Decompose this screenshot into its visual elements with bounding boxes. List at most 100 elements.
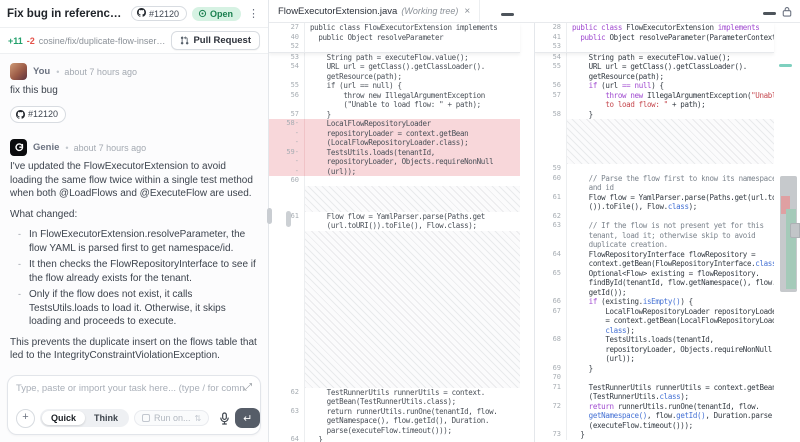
issue-reference-pill[interactable]: #12120 — [10, 105, 67, 123]
mode-quick-chip[interactable]: Quick — [42, 411, 86, 425]
chat-scrollbar-thumb[interactable] — [267, 208, 272, 224]
line-number — [269, 426, 304, 436]
code-token: LocalFlowRepositoryLoader — [310, 119, 431, 128]
line-number: 55 — [552, 62, 561, 70]
deletions-count: -2 — [26, 35, 35, 46]
code-row: 63 return runnerUtils.runOne(tenantId, f… — [269, 406, 520, 416]
line-number — [535, 421, 566, 431]
line-number: 58 — [552, 109, 561, 118]
code-row: 60 — [269, 176, 520, 186]
code-token: repositoryLoader, Objects.requireNonNull — [572, 344, 772, 354]
line-number — [535, 100, 566, 110]
code-text: public class FlowExecutorExtension imple… — [304, 23, 520, 33]
code-token: } — [310, 109, 332, 119]
code-token: implements — [717, 23, 760, 32]
line-number: 60 — [552, 173, 561, 182]
code-row: tenant, load it; otherwise skip to avoid — [535, 230, 774, 240]
code-token: FlowRepositoryInterface flowRepository = — [572, 249, 756, 259]
expand-icon[interactable]: ⤢ — [244, 383, 252, 393]
code-row: - (url)); — [269, 166, 520, 176]
code-row: getResource(path); — [535, 71, 774, 81]
code-token: (url)); — [572, 354, 635, 363]
code-text — [566, 211, 774, 221]
line-number — [535, 240, 566, 250]
code-row: getId()); — [535, 287, 774, 297]
code-row: getNamespace(), flow.getId(), Duration.p… — [535, 411, 774, 421]
code-row: getResource(path); — [269, 71, 520, 81]
line-number — [535, 278, 566, 288]
microphone-button[interactable] — [219, 411, 230, 425]
code-text: } — [566, 430, 774, 440]
code-text: repositoryLoader, Objects.requireNonNull — [566, 344, 774, 354]
code-row: 55 URL url = getClass().getClassLoader()… — [535, 62, 774, 72]
code-token: (executeFlow.timeout())); — [572, 420, 693, 430]
code-text: (TestRunnerUtils.class); — [566, 392, 774, 402]
code-token: Flow flow = YamlParser.parse(Paths.get — [310, 211, 486, 221]
line-number-gutter — [269, 231, 304, 388]
line-number: 41 — [552, 32, 561, 41]
line-number: 59- — [286, 147, 299, 156]
code-text: throw new IllegalArgumentException — [304, 90, 520, 100]
issue-reference-pill[interactable]: #12120 — [130, 6, 187, 21]
code-token: String path = executeFlow.value(); — [572, 52, 731, 62]
message-body: fix this bug #12120 — [10, 84, 258, 129]
diff-original-pane[interactable]: 27 public class FlowExecutorExtension imp… — [269, 23, 535, 442]
pull-request-label: Pull Request — [193, 35, 251, 46]
run-on-dropdown[interactable]: Run on... ⇅ — [134, 410, 210, 426]
code-text: if (url == null) { — [566, 81, 774, 91]
pull-request-button[interactable]: Pull Request — [171, 31, 260, 50]
line-number: 62 — [552, 211, 561, 220]
add-attachment-button[interactable]: + — [16, 408, 35, 428]
code-token: getNamespace() — [572, 411, 648, 420]
editor-tab[interactable]: FlowExecutorExtension.java (Working tree… — [269, 0, 481, 22]
message-bullet: In FlowExecutorExtension.resolveParamete… — [18, 228, 258, 255]
line-number: 55 — [290, 81, 299, 89]
line-number — [535, 202, 566, 212]
code-text: getNamespace(), flow.getId(), Duration. — [304, 416, 520, 426]
task-title: Fix bug in referenced GitHub issue... — [7, 7, 126, 20]
status-badge: Open — [191, 6, 241, 21]
line-number: 72 — [552, 401, 561, 410]
diff-modified-pane[interactable]: 28 public class FlowExecutorExtension imp… — [535, 23, 800, 442]
diff-gap — [535, 119, 774, 164]
run-on-label: Run on... — [154, 413, 191, 423]
code-text: context.getBean(FlowRepositoryInterface.… — [566, 259, 774, 269]
send-button[interactable]: ↵ — [235, 408, 261, 428]
close-icon[interactable]: × — [464, 6, 470, 17]
code-text: duplicate creation. — [566, 240, 774, 250]
line-number — [535, 345, 566, 355]
code-token: getResource(path); — [310, 71, 402, 81]
code-token: // If the flow is not present yet for th… — [572, 221, 764, 230]
code-text: (LocalFlowRepositoryLoader.class); — [304, 138, 520, 148]
code-row: (executeFlow.timeout())); — [535, 420, 774, 431]
line-number — [535, 326, 566, 336]
code-token: } — [310, 435, 323, 442]
code-token: = context.getBean(LocalFlowRepositoryLoa… — [572, 316, 774, 325]
code-token: if — [588, 81, 598, 90]
task-composer: ⤢ + Quick Think Run on... ⇅ ↵ — [7, 375, 261, 435]
code-text: LocalFlowRepositoryLoader repositoryLoad… — [566, 306, 774, 316]
code-row: 68 TestsUtils.loads(tenantId, — [535, 335, 774, 345]
user-avatar — [10, 63, 27, 80]
code-row: 69 } — [535, 363, 774, 373]
mode-think-chip[interactable]: Think — [85, 411, 127, 425]
diff-nav-widget[interactable] — [790, 223, 800, 238]
left-pane-scrollbar-thumb[interactable] — [286, 211, 291, 227]
code-text — [304, 42, 520, 52]
message-paragraph: This prevents the duplicate insert on th… — [10, 336, 257, 362]
code-text: public class FlowExecutorExtension imple… — [566, 23, 774, 33]
line-number-gutter — [535, 119, 566, 164]
task-input[interactable] — [16, 383, 244, 394]
line-number: - — [294, 157, 299, 165]
sticky-context-right: 28 public class FlowExecutorExtension imp… — [535, 23, 774, 53]
gap-hatch — [304, 185, 520, 212]
message-author: You — [33, 66, 51, 77]
code-text: throw new IllegalArgumentException("Unab… — [566, 90, 774, 100]
code-token: getId()); — [572, 287, 627, 297]
code-text: (url)); — [566, 354, 774, 364]
code-row: - repositoryLoader, Objects.requireNonNu… — [269, 157, 520, 167]
kebab-menu-icon[interactable]: ⋮ — [246, 7, 261, 20]
code-text — [304, 176, 520, 186]
sticky-context-left: 27 public class FlowExecutorExtension imp… — [269, 23, 520, 53]
code-token: , Duration.parse — [705, 411, 772, 420]
